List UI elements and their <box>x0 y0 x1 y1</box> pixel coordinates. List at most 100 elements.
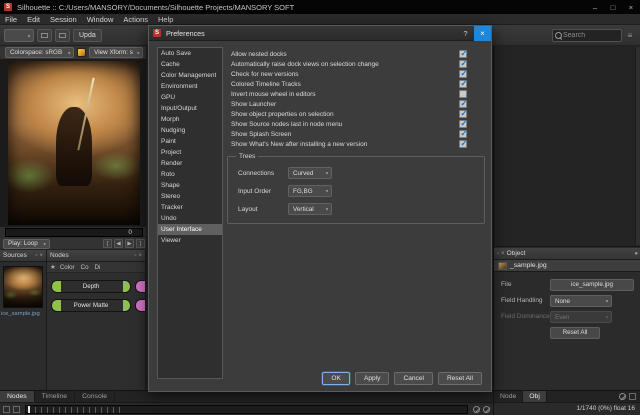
option-label: Colored Timeline Tracks <box>231 81 459 88</box>
checkbox[interactable] <box>459 50 467 58</box>
node-pill[interactable]: Power Matte <box>51 299 131 312</box>
preferences-category-render[interactable]: Render <box>158 158 222 169</box>
node-pill[interactable]: Depth <box>51 280 131 293</box>
favorites-icon[interactable]: ★ <box>50 263 56 271</box>
crossed-circle-icon[interactable] <box>619 393 626 400</box>
toolbar-icon[interactable] <box>37 29 52 42</box>
field-handling-dropdown[interactable]: None <box>550 295 612 307</box>
dialog-close-button[interactable]: × <box>474 26 491 41</box>
dialog-button-ok[interactable]: OK <box>322 372 350 385</box>
tool-preset-dropdown[interactable] <box>4 29 34 42</box>
checkbox[interactable] <box>459 70 467 78</box>
source-thumbnail[interactable] <box>3 266 43 308</box>
timeline-scrubber[interactable] <box>25 405 468 414</box>
status-icon[interactable] <box>3 406 10 413</box>
node-pill-partial[interactable] <box>135 299 146 312</box>
range-end-icon[interactable]: ] <box>136 239 145 248</box>
toolbar-icon[interactable] <box>55 29 70 42</box>
preferences-category-input-output[interactable]: Input/Output <box>158 103 222 114</box>
playhead[interactable] <box>28 406 30 413</box>
scrollbar[interactable] <box>635 47 640 245</box>
minimize-button[interactable]: – <box>586 0 604 14</box>
viewer-image[interactable] <box>8 61 140 225</box>
preferences-category-undo[interactable]: Undo <box>158 213 222 224</box>
float-panel-icon[interactable]: ▫ <box>35 253 37 259</box>
reset-all-button[interactable]: Reset All <box>550 327 600 339</box>
preferences-category-morph[interactable]: Morph <box>158 114 222 125</box>
preferences-category-environment[interactable]: Environment <box>158 81 222 92</box>
menu-file[interactable]: File <box>0 14 22 25</box>
tab-nodes[interactable]: Nodes <box>0 391 35 402</box>
dialog-button-reset-all[interactable]: Reset All <box>438 372 482 385</box>
field-dropdown[interactable]: Curved <box>288 167 332 179</box>
search-input[interactable] <box>563 32 619 39</box>
step-back-icon[interactable]: ◀ <box>114 239 123 248</box>
viewer[interactable] <box>0 59 148 227</box>
preferences-category-gpu[interactable]: GPU <box>158 92 222 103</box>
frame-field[interactable]: 0 <box>5 228 143 237</box>
checkbox[interactable] <box>459 90 467 98</box>
node-pill-partial[interactable] <box>135 280 146 293</box>
field-dropdown[interactable]: FG,BG <box>288 185 332 197</box>
close-panel-icon[interactable]: × <box>39 253 43 259</box>
dialog-button-cancel[interactable]: Cancel <box>394 372 433 385</box>
close-button[interactable]: × <box>622 0 640 14</box>
checkbox[interactable] <box>459 130 467 138</box>
play-icon[interactable]: ▶ <box>125 239 134 248</box>
preferences-category-shape[interactable]: Shape <box>158 180 222 191</box>
help-button[interactable]: ? <box>457 26 474 41</box>
close-panel-icon[interactable]: × <box>138 253 142 259</box>
preferences-category-color-management[interactable]: Color Management <box>158 70 222 81</box>
close-panel-icon[interactable]: × <box>501 251 505 257</box>
preferences-category-project[interactable]: Project <box>158 147 222 158</box>
file-button[interactable]: ice_sample.jpg <box>550 279 634 291</box>
node-filter-color[interactable]: Color <box>60 264 75 271</box>
checkbox[interactable] <box>459 110 467 118</box>
menu-actions[interactable]: Actions <box>118 14 153 25</box>
preferences-category-paint[interactable]: Paint <box>158 136 222 147</box>
float-panel-icon[interactable]: ▫ <box>497 251 499 257</box>
field-dropdown[interactable]: Vertical <box>288 203 332 215</box>
pin-icon[interactable]: ● <box>634 251 638 257</box>
preferences-category-nudging[interactable]: Nudging <box>158 125 222 136</box>
tab-obj[interactable]: Obj <box>523 391 547 402</box>
play-mode-dropdown[interactable]: Play: Loop <box>3 239 50 249</box>
tab-console[interactable]: Console <box>75 391 115 402</box>
preferences-category-auto-save[interactable]: Auto Save <box>158 48 222 59</box>
node-filter-di[interactable]: Di <box>95 264 101 271</box>
menu-help[interactable]: Help <box>153 14 178 25</box>
color-wheel-icon[interactable] <box>77 48 86 57</box>
checkbox[interactable] <box>459 100 467 108</box>
range-start-icon[interactable]: [ <box>103 239 112 248</box>
menu-session[interactable]: Session <box>45 14 82 25</box>
tab-timeline[interactable]: Timeline <box>35 391 75 402</box>
panel-options-icon[interactable] <box>629 393 636 400</box>
preferences-category-stereo[interactable]: Stereo <box>158 191 222 202</box>
node-filter-co[interactable]: Co <box>81 264 89 271</box>
preferences-category-roto[interactable]: Roto <box>158 169 222 180</box>
menu-window[interactable]: Window <box>82 14 119 25</box>
view-xform-dropdown[interactable]: View Xform: s <box>89 47 143 58</box>
preferences-category-tracker[interactable]: Tracker <box>158 202 222 213</box>
preferences-category-user-interface[interactable]: User Interface <box>158 224 222 235</box>
float-panel-icon[interactable]: ▫ <box>134 253 136 259</box>
preferences-category-cache[interactable]: Cache <box>158 59 222 70</box>
menu-edit[interactable]: Edit <box>22 14 45 25</box>
update-button[interactable]: Upda <box>73 29 102 42</box>
checkbox[interactable] <box>459 120 467 128</box>
checkbox[interactable] <box>459 140 467 148</box>
maximize-button[interactable]: □ <box>604 0 622 14</box>
status-icon[interactable] <box>13 406 20 413</box>
session-tree[interactable] <box>494 46 640 247</box>
checkbox[interactable] <box>459 60 467 68</box>
object-item[interactable]: _sample.jpg <box>494 260 640 272</box>
tab-node[interactable]: Node <box>494 391 523 402</box>
menu-icon[interactable]: ≡ <box>625 31 635 40</box>
colorspace-dropdown[interactable]: Colorspace: sRGB <box>5 47 74 58</box>
preferences-category-viewer[interactable]: Viewer <box>158 235 222 246</box>
checkbox[interactable] <box>459 80 467 88</box>
crossed-circle-icon[interactable] <box>483 406 490 413</box>
crossed-circle-icon[interactable] <box>473 406 480 413</box>
dialog-button-apply[interactable]: Apply <box>355 372 390 385</box>
trees-group: Trees Connections Curved Input Order FG,… <box>227 156 485 224</box>
